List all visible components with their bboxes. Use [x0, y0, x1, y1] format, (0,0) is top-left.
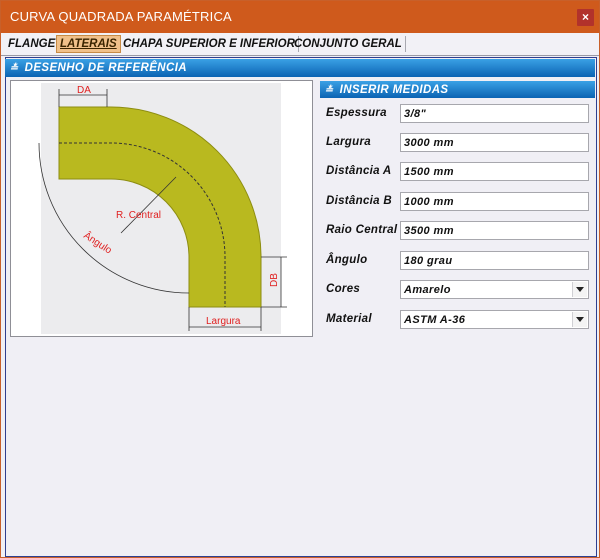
section-measures-title: INSERIR MEDIDAS — [339, 84, 449, 96]
label-raio-central-field: Raio Central — [326, 224, 398, 236]
chevron-double-down-icon: ≛ — [9, 63, 19, 74]
label-largura-field: Largura — [326, 136, 371, 148]
label-db: DB — [269, 273, 280, 287]
input-distancia-b[interactable]: 1000 mm — [400, 192, 589, 211]
close-button[interactable]: × — [577, 9, 594, 26]
section-reference-title: DESENHO DE REFERÊNCIA — [24, 62, 188, 74]
tab-laterais[interactable]: LATERAIS — [56, 35, 121, 53]
select-cores-value: Amarelo — [404, 284, 451, 296]
select-material[interactable]: ASTM A-36 — [400, 310, 589, 329]
label-raio-central: R. Central — [116, 210, 161, 221]
label-material: Material — [326, 313, 372, 325]
select-material-value: ASTM A-36 — [404, 314, 466, 326]
input-angulo[interactable]: 180 grau — [400, 251, 589, 270]
section-measures-header[interactable]: ≛ INSERIR MEDIDAS — [320, 81, 595, 98]
window-title: CURVA QUADRADA PARAMÉTRICA — [10, 9, 232, 24]
section-reference-header[interactable]: ≛ DESENHO DE REFERÊNCIA — [5, 59, 595, 77]
label-angulo-field: Ângulo — [326, 254, 368, 266]
label-distancia-b: Distância B — [326, 195, 392, 207]
input-espessura[interactable]: 3/8" — [400, 104, 589, 123]
tab-flange[interactable]: FLANGE — [5, 36, 60, 52]
reference-drawing: DA DB Largura Ângulo R. Central — [10, 80, 313, 337]
title-bar: CURVA QUADRADA PARAMÉTRICA × — [1, 1, 599, 33]
input-largura[interactable]: 3000 mm — [400, 133, 589, 152]
label-largura: Largura — [206, 316, 241, 327]
chevron-double-down-icon: ≛ — [324, 85, 334, 96]
input-distancia-a[interactable]: 1500 mm — [400, 162, 589, 181]
label-da: DA — [77, 85, 91, 96]
tab-chapa-superior-inferior[interactable]: CHAPA SUPERIOR E INFERIOR — [120, 36, 299, 52]
chevron-down-icon[interactable] — [572, 312, 587, 327]
label-espessura: Espessura — [326, 107, 387, 119]
label-distancia-a: Distância A — [326, 165, 392, 177]
label-cores: Cores — [326, 283, 361, 295]
input-raio-central[interactable]: 3500 mm — [400, 221, 589, 240]
tab-bar: FLANGE LATERAIS CHAPA SUPERIOR E INFERIO… — [1, 33, 599, 56]
tab-conjunto-geral[interactable]: CONJUNTO GERAL — [291, 36, 406, 52]
window: CURVA QUADRADA PARAMÉTRICA × FLANGE LATE… — [0, 0, 600, 558]
select-cores[interactable]: Amarelo — [400, 280, 589, 299]
chevron-down-icon[interactable] — [572, 282, 587, 297]
curve-drawing-svg: DA DB Largura Ângulo R. Central — [38, 83, 287, 334]
